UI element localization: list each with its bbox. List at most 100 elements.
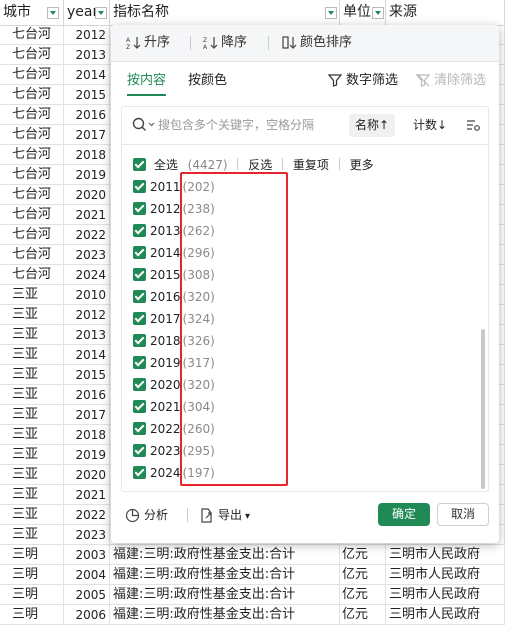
cell-source[interactable]: 三明市人民政府 [386, 565, 505, 585]
export-button[interactable]: 导出 ▾ [199, 505, 250, 525]
cell-year[interactable]: 2017 [64, 405, 110, 425]
list-scrollbar[interactable] [481, 329, 485, 489]
item-checkbox[interactable] [133, 356, 146, 369]
cell-city[interactable]: 三亚 [0, 425, 64, 445]
cell-year[interactable]: 2022 [64, 225, 110, 245]
cell-year[interactable]: 2004 [64, 565, 110, 585]
cell-year[interactable]: 2020 [64, 185, 110, 205]
color-sort-button[interactable]: 颜色排序 [282, 33, 352, 53]
analyze-button[interactable]: 分析 [125, 505, 168, 525]
cell-city[interactable]: 七台河 [0, 25, 64, 45]
cell-city[interactable]: 三亚 [0, 465, 64, 485]
cell-name[interactable]: 福建:三明:政府性基金支出:合计 [110, 585, 340, 605]
filter-dropdown-icon[interactable] [372, 7, 384, 19]
cell-city[interactable]: 三亚 [0, 525, 64, 545]
cell-year[interactable]: 2023 [64, 245, 110, 265]
cell-unit[interactable]: 亿元 [340, 545, 386, 565]
item-checkbox[interactable] [133, 466, 146, 479]
cell-year[interactable]: 2005 [64, 585, 110, 605]
item-checkbox[interactable] [133, 400, 146, 413]
cell-city[interactable]: 三亚 [0, 365, 64, 385]
cell-year[interactable]: 2003 [64, 545, 110, 565]
sort-descending-button[interactable]: Z A 降序 [203, 33, 247, 53]
cell-year[interactable]: 2013 [64, 45, 110, 65]
filter-dropdown-icon[interactable] [47, 7, 59, 19]
item-checkbox[interactable] [133, 290, 146, 303]
cell-city[interactable]: 三亚 [0, 445, 64, 465]
cell-year[interactable]: 2021 [64, 205, 110, 225]
cell-source[interactable]: 三明市人民政府 [386, 545, 505, 565]
clear-filter-button[interactable]: 清除筛选 [415, 72, 486, 92]
item-checkbox[interactable] [133, 246, 146, 259]
filter-dropdown-icon[interactable] [325, 7, 337, 19]
number-filter-button[interactable]: 数字筛选 [327, 72, 398, 92]
cell-name[interactable]: 福建:三明:政府性基金支出:合计 [110, 545, 340, 565]
cell-year[interactable]: 2016 [64, 385, 110, 405]
cell-unit[interactable]: 亿元 [340, 565, 386, 585]
cell-source[interactable]: 三明市人民政府 [386, 605, 505, 625]
cell-year[interactable]: 2019 [64, 165, 110, 185]
cell-year[interactable]: 2013 [64, 325, 110, 345]
item-checkbox[interactable] [133, 334, 146, 347]
cell-name[interactable]: 福建:三明:政府性基金支出:合计 [110, 605, 340, 625]
item-checkbox[interactable] [133, 312, 146, 325]
cell-city[interactable]: 七台河 [0, 265, 64, 285]
cell-year[interactable]: 2021 [64, 485, 110, 505]
list-options-icon[interactable] [466, 118, 480, 132]
cell-city[interactable]: 三亚 [0, 325, 64, 345]
cell-city[interactable]: 七台河 [0, 185, 64, 205]
cell-year[interactable]: 2012 [64, 305, 110, 325]
cell-year[interactable]: 2010 [64, 285, 110, 305]
cell-city[interactable]: 三明 [0, 605, 64, 625]
filter-dropdown-icon[interactable] [95, 7, 107, 19]
cell-unit[interactable]: 亿元 [340, 585, 386, 605]
cell-city[interactable]: 七台河 [0, 145, 64, 165]
search-input[interactable] [158, 115, 348, 135]
header-source[interactable]: 来源 [386, 0, 505, 25]
select-all-label[interactable]: 全选 [154, 155, 178, 175]
cell-city[interactable]: 三亚 [0, 505, 64, 525]
cell-city[interactable]: 三亚 [0, 405, 64, 425]
cell-city[interactable]: 三明 [0, 545, 64, 565]
cell-year[interactable]: 2016 [64, 105, 110, 125]
cell-year[interactable]: 2006 [64, 605, 110, 625]
cell-year[interactable]: 2015 [64, 365, 110, 385]
item-checkbox[interactable] [133, 202, 146, 215]
cell-city[interactable]: 三明 [0, 585, 64, 605]
cancel-button[interactable]: 取消 [437, 503, 489, 526]
cell-year[interactable]: 2012 [64, 25, 110, 45]
cell-city[interactable]: 三亚 [0, 345, 64, 365]
cell-year[interactable]: 2018 [64, 145, 110, 165]
item-checkbox[interactable] [133, 268, 146, 281]
duplicates-button[interactable]: 重复项 [293, 155, 329, 175]
cell-year[interactable]: 2020 [64, 465, 110, 485]
cell-city[interactable]: 三亚 [0, 285, 64, 305]
sort-by-name-button[interactable]: 名称↑ [349, 114, 396, 137]
tab-by-color[interactable]: 按颜色 [188, 72, 227, 94]
cell-city[interactable]: 七台河 [0, 225, 64, 245]
item-checkbox[interactable] [133, 422, 146, 435]
cell-year[interactable]: 2023 [64, 525, 110, 545]
select-all-checkbox[interactable] [133, 158, 146, 171]
item-checkbox[interactable] [133, 180, 146, 193]
cell-name[interactable]: 福建:三明:政府性基金支出:合计 [110, 565, 340, 585]
cell-year[interactable]: 2015 [64, 85, 110, 105]
cell-city[interactable]: 七台河 [0, 125, 64, 145]
item-checkbox[interactable] [133, 378, 146, 391]
cell-city[interactable]: 三亚 [0, 485, 64, 505]
cell-year[interactable]: 2017 [64, 125, 110, 145]
cell-source[interactable]: 三明市人民政府 [386, 585, 505, 605]
cell-city[interactable]: 三亚 [0, 305, 64, 325]
cell-city[interactable]: 三明 [0, 565, 64, 585]
cell-year[interactable]: 2014 [64, 345, 110, 365]
cell-year[interactable]: 2024 [64, 265, 110, 285]
more-button[interactable]: 更多 [350, 155, 374, 175]
cell-city[interactable]: 七台河 [0, 245, 64, 265]
cell-year[interactable]: 2019 [64, 445, 110, 465]
item-checkbox[interactable] [133, 444, 146, 457]
cell-city[interactable]: 七台河 [0, 105, 64, 125]
cell-year[interactable]: 2018 [64, 425, 110, 445]
cell-city[interactable]: 七台河 [0, 65, 64, 85]
cell-year[interactable]: 2014 [64, 65, 110, 85]
tab-by-content[interactable]: 按内容 [127, 72, 167, 96]
